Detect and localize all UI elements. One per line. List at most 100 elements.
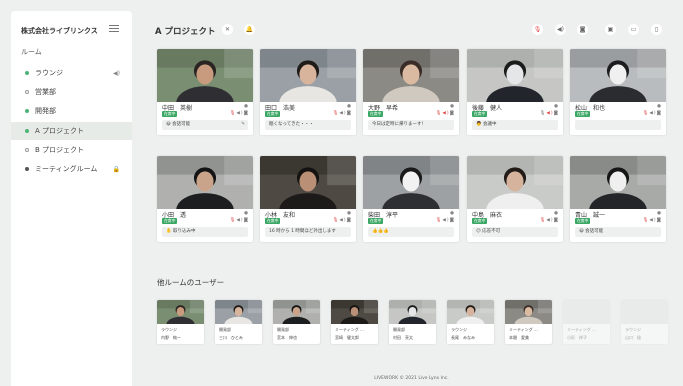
mute-notification-icon[interactable]: ✕	[222, 24, 233, 35]
user-video-placeholder	[563, 300, 610, 324]
speaker-icon[interactable]: ◀)	[649, 111, 656, 116]
edit-pencil-icon[interactable]: ✎	[241, 120, 245, 130]
room-label: 営業部	[35, 88, 56, 96]
camera-icon[interactable]: ◙	[244, 111, 249, 116]
sidebar-room-item[interactable]: B プロジェクト	[11, 141, 132, 159]
member-card[interactable]: 中島 麻衣 ● 在席中 🎙◀)◙ 😕 応答不可	[467, 156, 563, 242]
user-video	[389, 300, 436, 333]
presence-badge: 在席中	[162, 111, 178, 117]
camera-icon[interactable]: ◙	[657, 218, 662, 223]
pin-icon[interactable]: ●	[347, 104, 351, 109]
other-room-user-card[interactable]: ミーティング ... 本間 愛美	[505, 300, 552, 344]
rooms-heading: ルーム	[21, 48, 42, 56]
member-card[interactable]: 田口 浩美 ● 在席中 🎙◀)◙ 眠くなってきた・・・	[260, 49, 356, 135]
pin-icon[interactable]: ●	[244, 104, 248, 109]
member-controls: 🎙◀)◙	[230, 218, 249, 223]
menu-icon[interactable]	[109, 25, 119, 33]
user-video	[273, 300, 320, 333]
member-card[interactable]: 大野 早希 ● 在席中 🎙◀)◙ 今日は定時に帰りまーす！	[363, 49, 459, 135]
speaker-icon[interactable]: ◀)	[649, 218, 656, 223]
camera-icon[interactable]: ◙	[657, 111, 662, 116]
other-room-user-card[interactable]: 開発部 村田 亮太	[389, 300, 436, 344]
speaker-icon[interactable]: ◀)	[339, 111, 346, 116]
pin-icon[interactable]: ●	[554, 211, 558, 216]
presence-badge: 在席中	[265, 218, 281, 224]
member-card[interactable]: 中田 英樹 ● 在席中 🎙◀)◙ 😀 会話可能 ✎	[157, 49, 253, 135]
pin-icon[interactable]: ●	[657, 104, 661, 109]
other-room-user-card[interactable]: ラウンジ 山口 稔	[621, 300, 668, 344]
member-card[interactable]: 小田 透 ● 在席中 🎙◀)◙ ✋ 取り込み中	[157, 156, 253, 242]
other-room-user-card[interactable]: 開発部 三川 ひとみ	[215, 300, 262, 344]
status-message	[575, 120, 661, 130]
sidebar-room-item[interactable]: ラウンジ ◀)	[11, 64, 132, 82]
presence-badge: 在席中	[368, 218, 384, 224]
speaker-icon: ◀)	[113, 69, 120, 77]
sidebar: 株式会社ライブリンクス ルーム ラウンジ ◀) 営業部 開発部 A プロジェクト B プロ…	[11, 11, 132, 386]
other-room-user-card[interactable]: ラウンジ 長尾 みなみ	[447, 300, 494, 344]
room-label: 開発部	[35, 107, 56, 115]
camera-icon[interactable]: ◙	[347, 218, 352, 223]
camera-icon[interactable]: ◙	[554, 218, 559, 223]
sidebar-room-item[interactable]: 営業部	[11, 83, 132, 101]
speaker-icon[interactable]: ◀)	[236, 111, 243, 116]
member-card[interactable]: 青山 誠一 ● 在席中 🎙◀)◙ 😀 会話可能	[570, 156, 666, 242]
speaker-icon[interactable]: ◀)	[546, 111, 553, 116]
video-off-icon[interactable]: ▣	[605, 24, 616, 35]
other-room-user-card[interactable]: ミーティング ... 宮崎 健太郎	[331, 300, 378, 344]
member-video	[570, 156, 666, 209]
camera-icon[interactable]: ◙	[577, 24, 588, 35]
other-room-user-card[interactable]: 開発部 宮本 伸也	[273, 300, 320, 344]
member-controls: 🎙◀)◙	[436, 111, 455, 116]
speaker-icon[interactable]: ◀)	[442, 111, 449, 116]
member-card[interactable]: 松山 和也 ● 在席中 🎙◀)◙	[570, 49, 666, 135]
pin-icon[interactable]: ●	[657, 211, 661, 216]
speaker-icon[interactable]: ◀)	[442, 218, 449, 223]
camera-icon[interactable]: ◙	[450, 218, 455, 223]
presence-badge: 在席中	[265, 111, 281, 117]
user-room-name: 開発部	[393, 327, 405, 332]
other-room-user-card[interactable]: ラウンジ 内野 純一	[157, 300, 204, 344]
status-text: 16 時から 1 時間ほど外出します	[269, 229, 336, 234]
presence-badge: 在席中	[368, 111, 384, 117]
member-card[interactable]: 後藤 健人 ● 在席中 🎙◀)◙ 👨 会議中	[467, 49, 563, 135]
bell-icon[interactable]: 🔔	[244, 24, 255, 35]
room-status-dot	[25, 90, 29, 94]
camera-icon[interactable]: ◙	[347, 111, 352, 116]
pin-icon[interactable]: ●	[554, 104, 558, 109]
camera-icon[interactable]: ◙	[244, 218, 249, 223]
sidebar-room-item[interactable]: 開発部	[11, 102, 132, 120]
screen-share-off-icon[interactable]: ▭	[628, 24, 639, 35]
pin-icon[interactable]: ●	[244, 211, 248, 216]
room-status-dot	[25, 148, 29, 152]
status-text: 😀 会話可能	[166, 122, 191, 127]
speaker-icon[interactable]: ◀)	[236, 218, 243, 223]
mic-off-icon[interactable]: 🎙	[532, 24, 543, 35]
sidebar-room-item[interactable]: A プロジェクト	[11, 122, 132, 140]
pin-icon[interactable]: ●	[450, 211, 454, 216]
member-card[interactable]: 柴田 淳平 ● 在席中 🎙◀)◙ 👍👍👍	[363, 156, 459, 242]
pin-icon[interactable]: ●	[347, 211, 351, 216]
pin-icon[interactable]: ●	[450, 104, 454, 109]
member-controls: 🎙◀)◙	[333, 218, 352, 223]
status-message: 😀 会話可能 ✎	[162, 120, 248, 130]
document-icon[interactable]: ▯	[651, 24, 662, 35]
sidebar-room-item[interactable]: ミーティングルーム 🔒	[11, 160, 132, 178]
user-name: 長尾 みなみ	[451, 335, 475, 340]
camera-icon[interactable]: ◙	[554, 111, 559, 116]
speaker-icon[interactable]: ◀)	[555, 24, 566, 35]
user-name: 内野 純一	[161, 335, 181, 340]
speaker-icon[interactable]: ◀)	[546, 218, 553, 223]
room-status-dot	[25, 129, 29, 133]
user-video	[505, 300, 552, 333]
user-room-name: ミーティング ...	[509, 327, 538, 332]
footer-copyright: LIVEWORK © 2021 Live Lynx Inc.	[374, 376, 449, 381]
status-text: 今日は定時に帰りまーす！	[372, 122, 426, 127]
other-room-user-card[interactable]: ミーティング ... 小形 祥子	[563, 300, 610, 344]
speaker-icon[interactable]: ◀)	[339, 218, 346, 223]
status-message: 今日は定時に帰りまーす！	[368, 120, 454, 130]
member-video	[260, 156, 356, 209]
member-card[interactable]: 小林 友和 ● 在席中 🎙◀)◙ 16 時から 1 時間ほど外出します	[260, 156, 356, 242]
presence-badge: 在席中	[575, 218, 591, 224]
camera-icon[interactable]: ◙	[450, 111, 455, 116]
status-text: 👨 会議中	[476, 122, 497, 127]
